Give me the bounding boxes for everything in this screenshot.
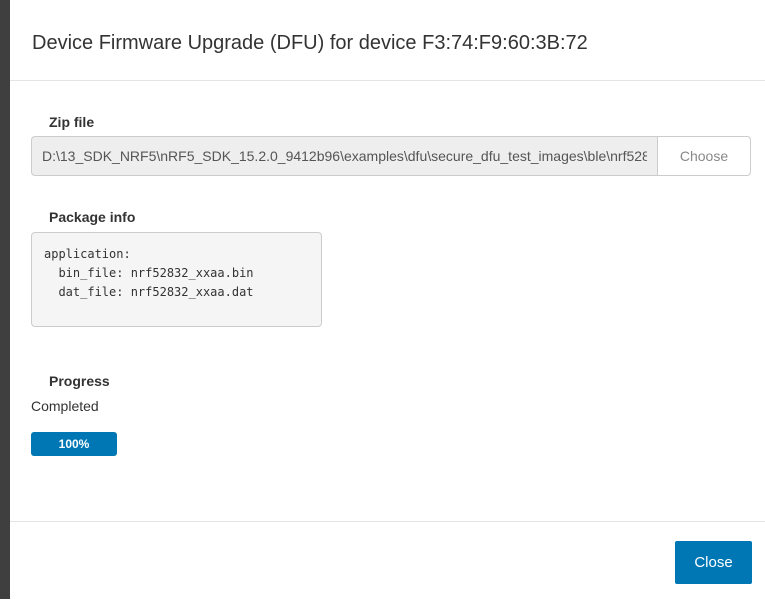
progress-status-text: Completed: [31, 398, 99, 414]
progress-percent-label: 100%: [58, 437, 90, 451]
dfu-dialog: Device Firmware Upgrade (DFU) for device…: [10, 0, 765, 599]
dialog-footer: Close: [10, 521, 765, 600]
package-info-box: application: bin_file: nrf52832_xxaa.bin…: [31, 232, 322, 327]
dialog-header: Device Firmware Upgrade (DFU) for device…: [10, 0, 765, 81]
package-info-line: dat_file: nrf52832_xxaa.dat: [44, 285, 254, 299]
zip-file-label: Zip file: [49, 114, 95, 130]
choose-file-button[interactable]: Choose: [657, 136, 751, 176]
zip-file-input-group: Choose: [31, 136, 751, 178]
progress-bar: 100%: [31, 432, 117, 456]
zip-file-path-input[interactable]: [31, 136, 657, 176]
package-info-label: Package info: [49, 209, 136, 225]
dialog-title: Device Firmware Upgrade (DFU) for device…: [32, 32, 588, 54]
close-button[interactable]: Close: [675, 541, 752, 584]
background-window-edge: [0, 0, 10, 599]
package-info-line: application:: [44, 247, 131, 261]
progress-label: Progress: [49, 373, 110, 389]
package-info-line: bin_file: nrf52832_xxaa.bin: [44, 266, 254, 280]
